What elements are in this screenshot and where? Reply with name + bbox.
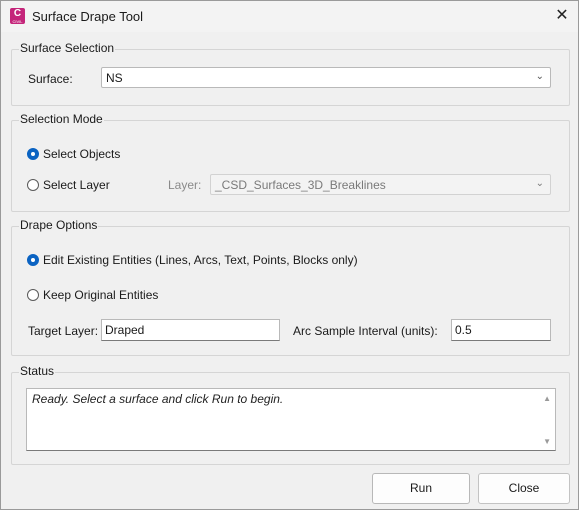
edit-existing-radio[interactable] xyxy=(27,254,39,266)
select-layer-radio[interactable] xyxy=(27,179,39,191)
layer-label: Layer: xyxy=(168,178,202,192)
chevron-down-icon: ⌄ xyxy=(535,178,544,189)
status-textarea[interactable]: Ready. Select a surface and click Run to… xyxy=(26,388,556,451)
select-objects-label[interactable]: Select Objects xyxy=(43,147,120,161)
dialog-window: C CIVIL Surface Drape Tool ✕ Surface Sel… xyxy=(0,0,579,510)
scroll-up-icon[interactable]: ▲ xyxy=(543,394,551,403)
arc-interval-value: 0.5 xyxy=(455,323,472,337)
app-icon-sub: CIVIL xyxy=(12,19,23,24)
target-layer-input[interactable]: Draped xyxy=(101,319,280,341)
target-layer-label: Target Layer: xyxy=(28,324,99,338)
surface-dropdown-value: NS xyxy=(106,71,123,85)
status-text: Ready. Select a surface and click Run to… xyxy=(32,392,284,406)
arc-interval-input[interactable]: 0.5 xyxy=(451,319,551,341)
scroll-down-icon[interactable]: ▼ xyxy=(543,437,551,446)
app-icon-letter: C xyxy=(13,8,22,19)
status-title: Status xyxy=(19,364,56,378)
drape-options-title: Drape Options xyxy=(19,218,99,232)
close-button[interactable]: Close xyxy=(478,473,570,504)
close-icon[interactable]: ✕ xyxy=(549,4,575,28)
surface-selection-title: Surface Selection xyxy=(19,41,116,55)
selection-mode-title: Selection Mode xyxy=(19,112,104,126)
civil3d-app-icon: C CIVIL xyxy=(10,8,25,24)
layer-dropdown-value: _CSD_Surfaces_3D_Breaklines xyxy=(215,178,386,192)
window-title: Surface Drape Tool xyxy=(32,9,144,24)
keep-original-label[interactable]: Keep Original Entities xyxy=(43,288,158,302)
surface-dropdown[interactable]: NS ⌄ xyxy=(101,67,551,88)
arc-interval-label: Arc Sample Interval (units): xyxy=(293,324,438,338)
chevron-down-icon: ⌄ xyxy=(535,71,544,82)
edit-existing-label[interactable]: Edit Existing Entities (Lines, Arcs, Tex… xyxy=(43,253,358,267)
select-layer-label[interactable]: Select Layer xyxy=(43,178,110,192)
target-layer-value: Draped xyxy=(105,323,145,337)
keep-original-radio[interactable] xyxy=(27,289,39,301)
select-objects-radio[interactable] xyxy=(27,148,39,160)
surface-label: Surface: xyxy=(28,72,73,86)
selection-mode-group: Selection Mode xyxy=(11,112,570,212)
title-bar[interactable]: C CIVIL Surface Drape Tool ✕ xyxy=(1,1,578,32)
run-button[interactable]: Run xyxy=(372,473,470,504)
layer-dropdown[interactable]: _CSD_Surfaces_3D_Breaklines ⌄ xyxy=(210,174,551,195)
